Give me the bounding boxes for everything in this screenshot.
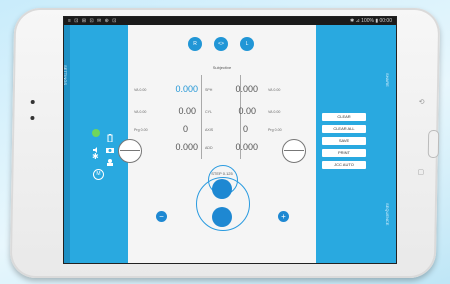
jcc-auto-button[interactable]: JCC AUTO [322, 161, 366, 169]
camera-icon[interactable] [106, 141, 114, 153]
add-left-value[interactable]: 0.000 [212, 142, 258, 152]
sph-right-value[interactable]: 0.000 [156, 84, 198, 94]
increase-button[interactable] [212, 179, 232, 199]
clear-all-button[interactable]: CLEAR ALL [322, 125, 366, 133]
divider-left [201, 75, 202, 159]
left-eye-button[interactable]: L [240, 37, 254, 51]
status-icons-right: ✱ ⊿ 100% ▮ 00:00 [350, 18, 392, 24]
patient-icon[interactable] [106, 153, 114, 166]
home-button[interactable] [427, 130, 440, 158]
volume-icon[interactable] [92, 141, 100, 153]
cyl-right-value[interactable]: 0.00 [156, 106, 196, 116]
recent-apps-icon[interactable]: ⟲ [419, 98, 425, 106]
share-label[interactable]: SHARE [385, 73, 390, 87]
app-screen: ≡ ⊡ ⊞ ⊡ ✉ ⊕ ⊡ ✱ ⊿ 100% ▮ 00:00 SETTINGS … [63, 16, 397, 264]
settings-label[interactable]: SETTINGS [64, 65, 68, 85]
add-right-value[interactable]: 0.000 [156, 142, 198, 152]
prg-right-label: Prg 0.00 [268, 128, 282, 132]
back-icon[interactable]: ▢ [417, 168, 424, 176]
va-right-label: VA 0.00 [268, 88, 281, 92]
left-panel: SETTINGS ✱ M [64, 25, 128, 263]
status-bar: ≡ ⊡ ⊞ ⊡ ✉ ⊕ ⊡ ✱ ⊿ 100% ▮ 00:00 [64, 17, 396, 25]
battery-icon [106, 129, 114, 143]
print-button[interactable]: PRINT [322, 149, 366, 157]
camera-dot [30, 116, 35, 120]
left-panel-strip [64, 25, 70, 263]
va-right-label-2: VA 0.00 [268, 110, 281, 114]
both-eyes-button[interactable]: <> [214, 37, 228, 51]
mode-m-icon[interactable]: M [93, 169, 104, 180]
va-left-label: VA 0.00 [134, 88, 147, 92]
prg-left-label: Prg 0.00 [134, 128, 148, 132]
bluetooth-icon[interactable]: ✱ [92, 153, 100, 161]
status-indicator-icon [92, 129, 100, 137]
sensor-dot [30, 100, 35, 104]
right-eye-button[interactable]: R [188, 37, 202, 51]
screen-title: Subjective [212, 65, 232, 70]
clear-button[interactable]: CLEAR [322, 113, 366, 121]
right-lens-gauge [282, 139, 306, 163]
status-icons-left: ≡ ⊡ ⊞ ⊡ ✉ ⊕ ⊡ [68, 18, 118, 24]
plus-button[interactable]: + [278, 211, 289, 222]
axis-left-value[interactable]: 0 [212, 124, 248, 134]
left-lens-gauge [118, 139, 142, 163]
decrease-button[interactable] [212, 207, 232, 227]
minus-button[interactable]: − [156, 211, 167, 222]
cyl-left-value[interactable]: 0.00 [212, 106, 256, 116]
va-left-label-2: VA 0.00 [134, 110, 147, 114]
axis-right-value[interactable]: 0 [156, 124, 188, 134]
sequence-label[interactable]: SEQUENCE [385, 203, 390, 225]
save-button[interactable]: SAVE [322, 137, 366, 145]
cyl-label: CYL [205, 110, 212, 114]
sph-left-value[interactable]: 0.000 [212, 84, 258, 94]
